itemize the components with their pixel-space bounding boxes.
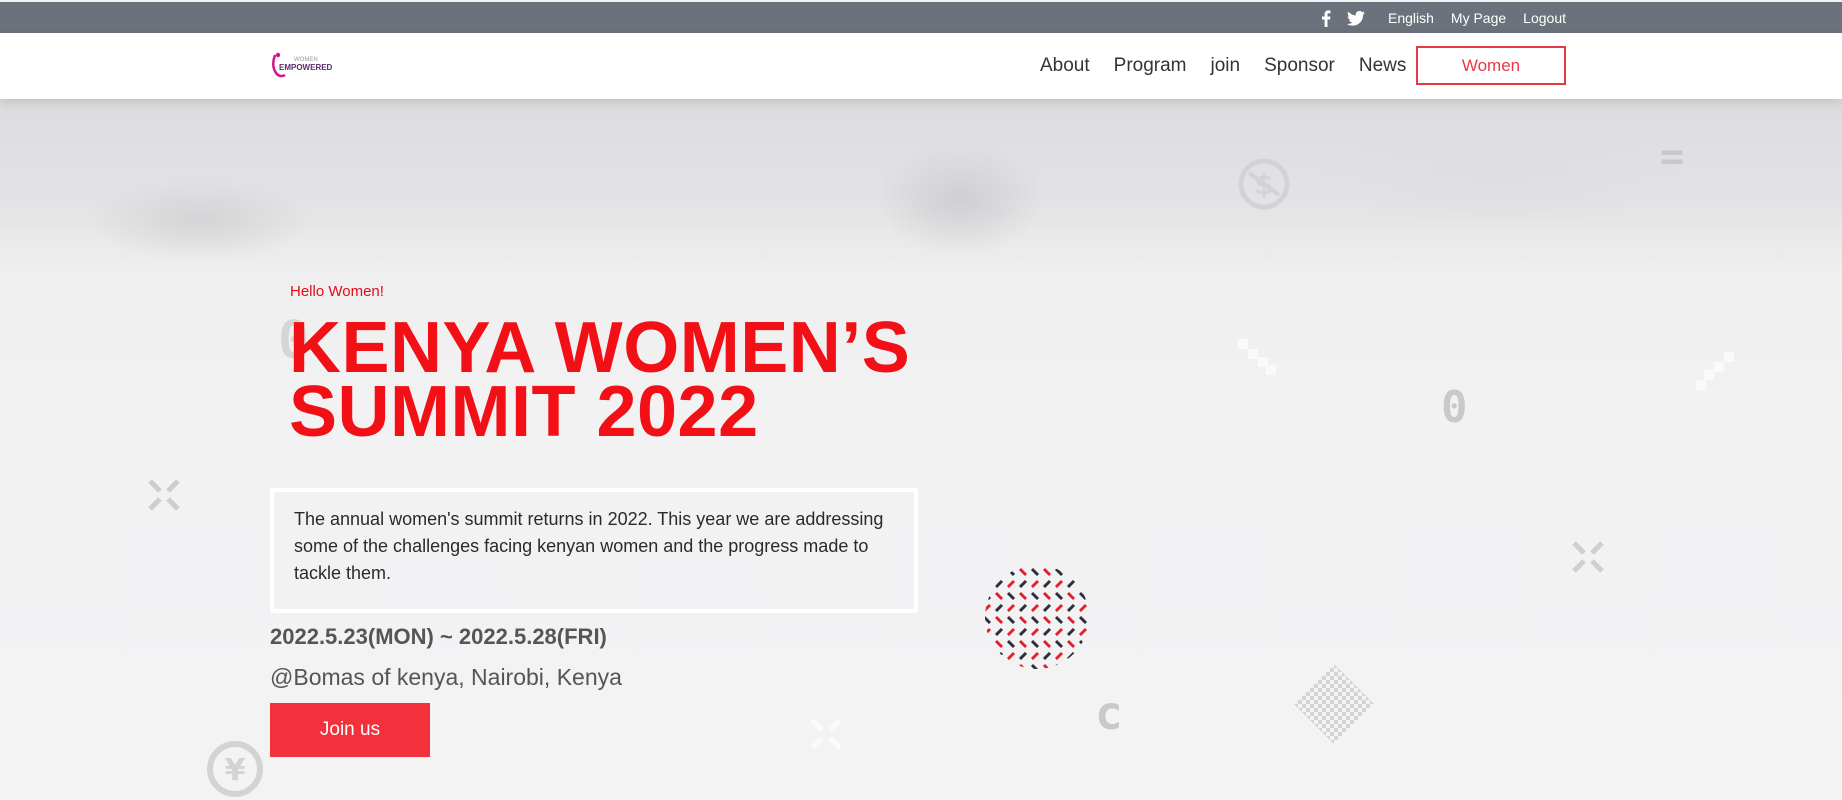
utility-links: English My Page Logout <box>1388 10 1566 26</box>
my-page-link[interactable]: My Page <box>1451 10 1506 26</box>
description-box: The annual women's summit returns in 202… <box>270 488 918 613</box>
pixel-stairs-icon <box>1696 352 1734 390</box>
checker-diamond-graphic <box>1294 664 1374 744</box>
top-utility-bar: English My Page Logout <box>0 0 1842 33</box>
cross-mark-icon <box>810 718 842 750</box>
nav-join[interactable]: join <box>1211 55 1241 77</box>
women-button[interactable]: Women <box>1416 46 1566 85</box>
twitter-icon[interactable] <box>1347 9 1365 27</box>
dollar-coin-icon: $ <box>1238 158 1290 210</box>
pixel-stairs-icon <box>1238 339 1276 375</box>
svg-text:¥: ¥ <box>225 753 246 788</box>
hero-background-photo <box>0 99 1842 269</box>
event-dates: 2022.5.23(MON) ~ 2022.5.28(FRI) <box>270 624 607 649</box>
join-us-button[interactable]: Join us <box>270 703 430 757</box>
cross-mark-icon <box>148 479 180 511</box>
equals-glyph: = <box>1660 134 1685 180</box>
hero-section: $ ¥ 0 c = 0 <box>0 99 1842 800</box>
page-title: KENYA WOMEN’S SUMMIT 2022 <box>289 312 910 448</box>
language-link[interactable]: English <box>1388 10 1434 26</box>
cross-mark-icon <box>1572 541 1604 573</box>
logo-text-main: EMPOWERED <box>279 63 332 72</box>
c-glyph: c <box>1095 686 1123 740</box>
logout-link[interactable]: Logout <box>1523 10 1566 26</box>
main-nav: About Program join Sponsor News <box>1040 33 1430 99</box>
title-line-2: SUMMIT 2022 <box>289 372 759 452</box>
hello-tagline: Hello Women! <box>290 283 384 300</box>
nav-news[interactable]: News <box>1359 55 1407 77</box>
logo[interactable]: WOMEN EMPOWERED <box>270 51 333 79</box>
nav-about[interactable]: About <box>1040 55 1090 77</box>
pattern-circle-graphic <box>985 565 1089 669</box>
social-links <box>1317 9 1365 27</box>
main-header: WOMEN EMPOWERED About Program join Spons… <box>0 33 1842 99</box>
nav-program[interactable]: Program <box>1114 55 1187 77</box>
nav-sponsor[interactable]: Sponsor <box>1264 55 1335 77</box>
yen-coin-icon: ¥ <box>207 741 263 797</box>
facebook-icon[interactable] <box>1317 9 1335 27</box>
zero-glyph: 0 <box>1441 382 1468 433</box>
event-venue: @Bomas of kenya, Nairobi, Kenya <box>270 664 622 690</box>
